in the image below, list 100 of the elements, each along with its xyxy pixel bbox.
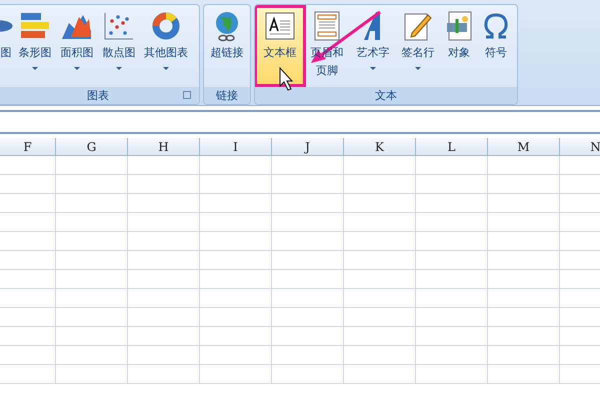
table-cell[interactable] bbox=[128, 365, 200, 384]
table-cell[interactable] bbox=[200, 213, 272, 232]
table-cell[interactable] bbox=[344, 308, 416, 327]
table-cell[interactable] bbox=[0, 270, 56, 289]
table-cell[interactable] bbox=[0, 308, 56, 327]
table-cell[interactable] bbox=[416, 156, 488, 175]
table-cell[interactable] bbox=[488, 365, 560, 384]
column-header[interactable]: H bbox=[128, 138, 200, 156]
table-cell[interactable] bbox=[344, 365, 416, 384]
table-cell[interactable] bbox=[416, 213, 488, 232]
table-cell[interactable] bbox=[488, 327, 560, 346]
table-cell[interactable] bbox=[344, 156, 416, 175]
table-cell[interactable] bbox=[488, 308, 560, 327]
table-cell[interactable] bbox=[488, 194, 560, 213]
table-cell[interactable] bbox=[200, 365, 272, 384]
table-cell[interactable] bbox=[416, 346, 488, 365]
column-header[interactable]: J bbox=[272, 138, 344, 156]
table-cell[interactable] bbox=[488, 213, 560, 232]
ribbon-button[interactable]: 散点图 bbox=[98, 7, 140, 85]
table-cell[interactable] bbox=[56, 194, 128, 213]
table-cell[interactable] bbox=[0, 327, 56, 346]
table-cell[interactable] bbox=[128, 251, 200, 270]
table-cell[interactable] bbox=[128, 156, 200, 175]
table-cell[interactable] bbox=[56, 156, 128, 175]
table-cell[interactable] bbox=[344, 251, 416, 270]
column-header[interactable]: K bbox=[344, 138, 416, 156]
table-cell[interactable] bbox=[200, 308, 272, 327]
table-cell[interactable] bbox=[56, 365, 128, 384]
ribbon-button[interactable]: 符号 bbox=[478, 7, 514, 85]
table-cell[interactable] bbox=[128, 289, 200, 308]
table-cell[interactable] bbox=[200, 156, 272, 175]
table-cell[interactable] bbox=[344, 232, 416, 251]
ribbon-button[interactable]: 签名行 bbox=[396, 7, 440, 85]
table-cell[interactable] bbox=[272, 175, 344, 194]
table-cell[interactable] bbox=[0, 346, 56, 365]
table-cell[interactable] bbox=[488, 346, 560, 365]
table-cell[interactable] bbox=[272, 194, 344, 213]
ribbon-button[interactable]: 艺术字 bbox=[350, 7, 396, 85]
table-cell[interactable] bbox=[128, 270, 200, 289]
table-cell[interactable] bbox=[200, 270, 272, 289]
table-cell[interactable] bbox=[272, 213, 344, 232]
table-cell[interactable] bbox=[0, 213, 56, 232]
table-cell[interactable] bbox=[56, 346, 128, 365]
table-cell[interactable] bbox=[488, 156, 560, 175]
table-cell[interactable] bbox=[344, 327, 416, 346]
table-cell[interactable] bbox=[56, 232, 128, 251]
table-cell[interactable] bbox=[344, 346, 416, 365]
table-cell[interactable] bbox=[56, 213, 128, 232]
table-cell[interactable] bbox=[0, 175, 56, 194]
table-cell[interactable] bbox=[344, 289, 416, 308]
table-cell[interactable] bbox=[200, 289, 272, 308]
column-header[interactable]: L bbox=[416, 138, 488, 156]
column-header[interactable]: F bbox=[0, 138, 56, 156]
ribbon-button[interactable]: 对象 bbox=[440, 7, 478, 85]
table-cell[interactable] bbox=[56, 175, 128, 194]
table-cell[interactable] bbox=[272, 365, 344, 384]
ribbon-button[interactable]: 文本框 bbox=[256, 7, 304, 85]
table-cell[interactable] bbox=[0, 156, 56, 175]
table-cell[interactable] bbox=[56, 327, 128, 346]
table-cell[interactable] bbox=[0, 251, 56, 270]
table-cell[interactable] bbox=[56, 308, 128, 327]
table-cell[interactable] bbox=[272, 251, 344, 270]
table-cell[interactable] bbox=[272, 346, 344, 365]
table-cell[interactable] bbox=[0, 289, 56, 308]
table-cell[interactable] bbox=[128, 213, 200, 232]
table-cell[interactable] bbox=[200, 251, 272, 270]
table-cell[interactable] bbox=[272, 308, 344, 327]
table-cell[interactable] bbox=[488, 251, 560, 270]
table-cell[interactable] bbox=[128, 175, 200, 194]
table-cell[interactable] bbox=[344, 194, 416, 213]
table-cell[interactable] bbox=[128, 194, 200, 213]
table-cell[interactable] bbox=[272, 270, 344, 289]
table-cell[interactable] bbox=[344, 175, 416, 194]
ribbon-button[interactable]: 面积图 bbox=[56, 7, 98, 85]
ribbon-button[interactable]: 条形图 bbox=[14, 7, 56, 85]
column-header[interactable]: I bbox=[200, 138, 272, 156]
table-cell[interactable] bbox=[416, 365, 488, 384]
table-cell[interactable] bbox=[128, 327, 200, 346]
ribbon-button[interactable]: 图 bbox=[0, 7, 14, 85]
table-cell[interactable] bbox=[200, 232, 272, 251]
ribbon-button[interactable]: 超链接 bbox=[205, 7, 249, 85]
column-header[interactable]: M bbox=[488, 138, 560, 156]
dialog-launcher-icon[interactable] bbox=[183, 91, 191, 99]
table-cell[interactable] bbox=[488, 175, 560, 194]
table-cell[interactable] bbox=[128, 232, 200, 251]
table-cell[interactable] bbox=[0, 365, 56, 384]
table-cell[interactable] bbox=[488, 270, 560, 289]
table-cell[interactable] bbox=[416, 232, 488, 251]
table-cell[interactable] bbox=[0, 194, 56, 213]
table-cell[interactable] bbox=[56, 289, 128, 308]
table-cell[interactable] bbox=[416, 251, 488, 270]
table-cell[interactable] bbox=[200, 346, 272, 365]
table-cell[interactable] bbox=[272, 289, 344, 308]
table-cell[interactable] bbox=[416, 175, 488, 194]
table-cell[interactable] bbox=[416, 194, 488, 213]
table-cell[interactable] bbox=[416, 327, 488, 346]
table-cell[interactable] bbox=[416, 289, 488, 308]
table-cell[interactable] bbox=[128, 308, 200, 327]
table-cell[interactable] bbox=[272, 327, 344, 346]
table-cell[interactable] bbox=[200, 175, 272, 194]
